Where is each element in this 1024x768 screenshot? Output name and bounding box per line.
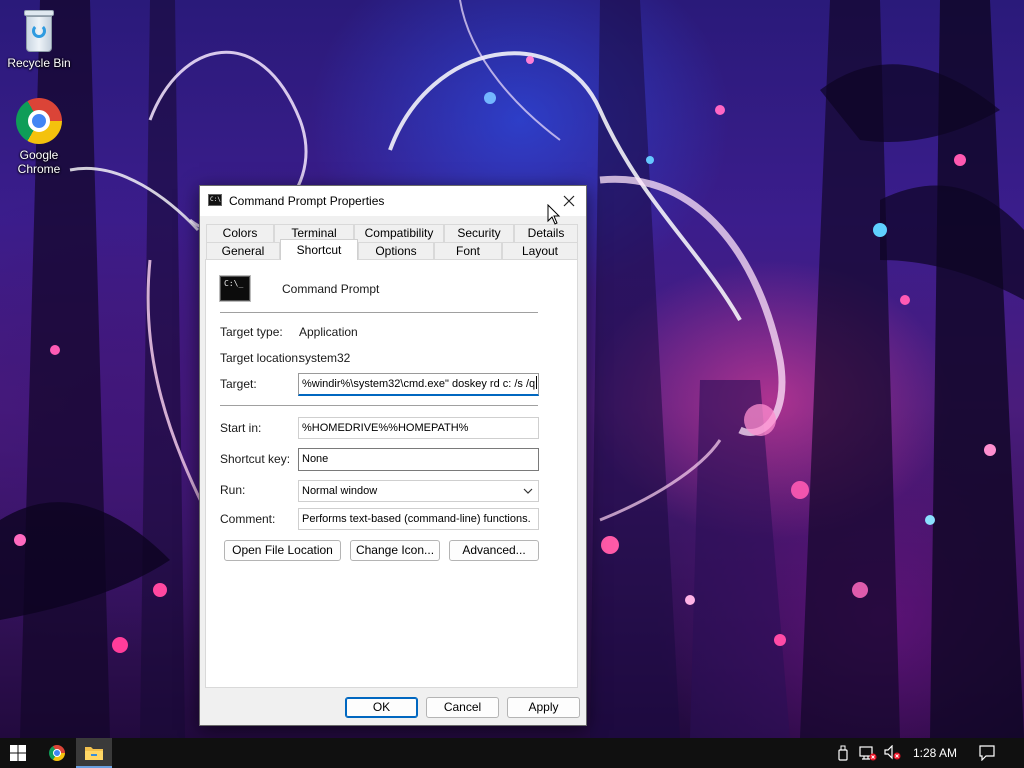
taskbar: 1:28 AM bbox=[0, 738, 1024, 768]
ok-button[interactable]: OK bbox=[345, 697, 418, 718]
notification-icon bbox=[979, 745, 995, 761]
change-icon-button[interactable]: Change Icon... bbox=[350, 540, 440, 561]
tab-font[interactable]: Font bbox=[434, 242, 502, 260]
advanced-button[interactable]: Advanced... bbox=[449, 540, 539, 561]
separator bbox=[220, 312, 538, 313]
target-label: Target: bbox=[220, 377, 257, 391]
tab-security[interactable]: Security bbox=[444, 224, 514, 242]
comment-input[interactable]: Performs text-based (command-line) funct… bbox=[298, 508, 539, 530]
close-icon bbox=[563, 195, 575, 207]
dialog-title: Command Prompt Properties bbox=[229, 194, 385, 208]
windows-logo-icon bbox=[10, 745, 26, 761]
command-prompt-title-icon: C:\ bbox=[208, 194, 222, 206]
taskbar-chrome[interactable] bbox=[40, 738, 74, 768]
mouse-pointer-icon bbox=[547, 204, 561, 225]
apply-button[interactable]: Apply bbox=[507, 697, 580, 718]
shortcut-key-label: Shortcut key: bbox=[220, 452, 291, 466]
command-prompt-icon: C:\_ bbox=[220, 276, 250, 301]
tab-details[interactable]: Details bbox=[514, 224, 578, 242]
shortcut-key-value: None bbox=[302, 453, 329, 465]
chevron-down-icon bbox=[523, 488, 533, 494]
tray-volume[interactable] bbox=[882, 738, 904, 768]
start-in-input[interactable]: %HOMEDRIVE%%HOMEPATH% bbox=[298, 417, 539, 439]
shortcut-tab-panel bbox=[205, 259, 578, 688]
recycle-bin-label: Recycle Bin bbox=[7, 56, 71, 70]
target-location-value: system32 bbox=[299, 351, 351, 365]
usb-drive-icon bbox=[838, 745, 848, 761]
text-caret bbox=[536, 376, 538, 389]
target-input-value: %windir%\system32\cmd.exe" doskey rd c: … bbox=[302, 378, 536, 390]
start-button[interactable] bbox=[0, 738, 36, 768]
target-type-value: Application bbox=[299, 325, 358, 339]
shortcut-key-input[interactable]: None bbox=[298, 448, 539, 471]
start-in-label: Start in: bbox=[220, 421, 262, 435]
folder-icon bbox=[85, 746, 103, 760]
taskbar-clock[interactable]: 1:28 AM bbox=[906, 738, 964, 768]
speaker-muted-icon bbox=[884, 745, 901, 760]
tab-options[interactable]: Options bbox=[358, 242, 434, 260]
chrome-icon bbox=[49, 745, 65, 761]
action-center-button[interactable] bbox=[972, 738, 1002, 768]
tab-colors[interactable]: Colors bbox=[206, 224, 274, 242]
tab-compatibility[interactable]: Compatibility bbox=[354, 224, 444, 242]
tray-usb[interactable] bbox=[832, 738, 854, 768]
open-file-location-button[interactable]: Open File Location bbox=[224, 540, 341, 561]
tray-network[interactable] bbox=[856, 738, 880, 768]
app-name: Command Prompt bbox=[282, 282, 380, 296]
target-input[interactable]: %windir%\system32\cmd.exe" doskey rd c: … bbox=[298, 373, 539, 396]
google-chrome-label: Google Chrome bbox=[17, 148, 61, 176]
tab-shortcut[interactable]: Shortcut bbox=[280, 239, 358, 260]
recycle-bin-icon bbox=[22, 10, 56, 52]
tab-layout[interactable]: Layout bbox=[502, 242, 578, 260]
dialog-titlebar[interactable]: C:\ Command Prompt Properties bbox=[200, 186, 586, 216]
target-type-label: Target type: bbox=[220, 325, 283, 339]
run-select[interactable]: Normal window bbox=[298, 480, 539, 502]
taskbar-file-explorer[interactable] bbox=[76, 738, 112, 768]
separator bbox=[220, 405, 538, 406]
target-location-label: Target location: bbox=[220, 351, 302, 365]
network-disconnected-icon bbox=[859, 746, 877, 761]
comment-value: Performs text-based (command-line) funct… bbox=[302, 513, 531, 525]
comment-label: Comment: bbox=[220, 512, 276, 526]
run-select-value: Normal window bbox=[302, 485, 378, 497]
tab-general[interactable]: General bbox=[206, 242, 280, 260]
google-chrome-shortcut[interactable]: Google Chrome bbox=[1, 98, 77, 176]
cancel-button[interactable]: Cancel bbox=[426, 697, 499, 718]
recycle-bin-shortcut[interactable]: Recycle Bin bbox=[1, 10, 77, 70]
run-label: Run: bbox=[220, 483, 246, 497]
start-in-value: %HOMEDRIVE%%HOMEPATH% bbox=[302, 422, 469, 434]
chrome-icon bbox=[16, 98, 62, 144]
